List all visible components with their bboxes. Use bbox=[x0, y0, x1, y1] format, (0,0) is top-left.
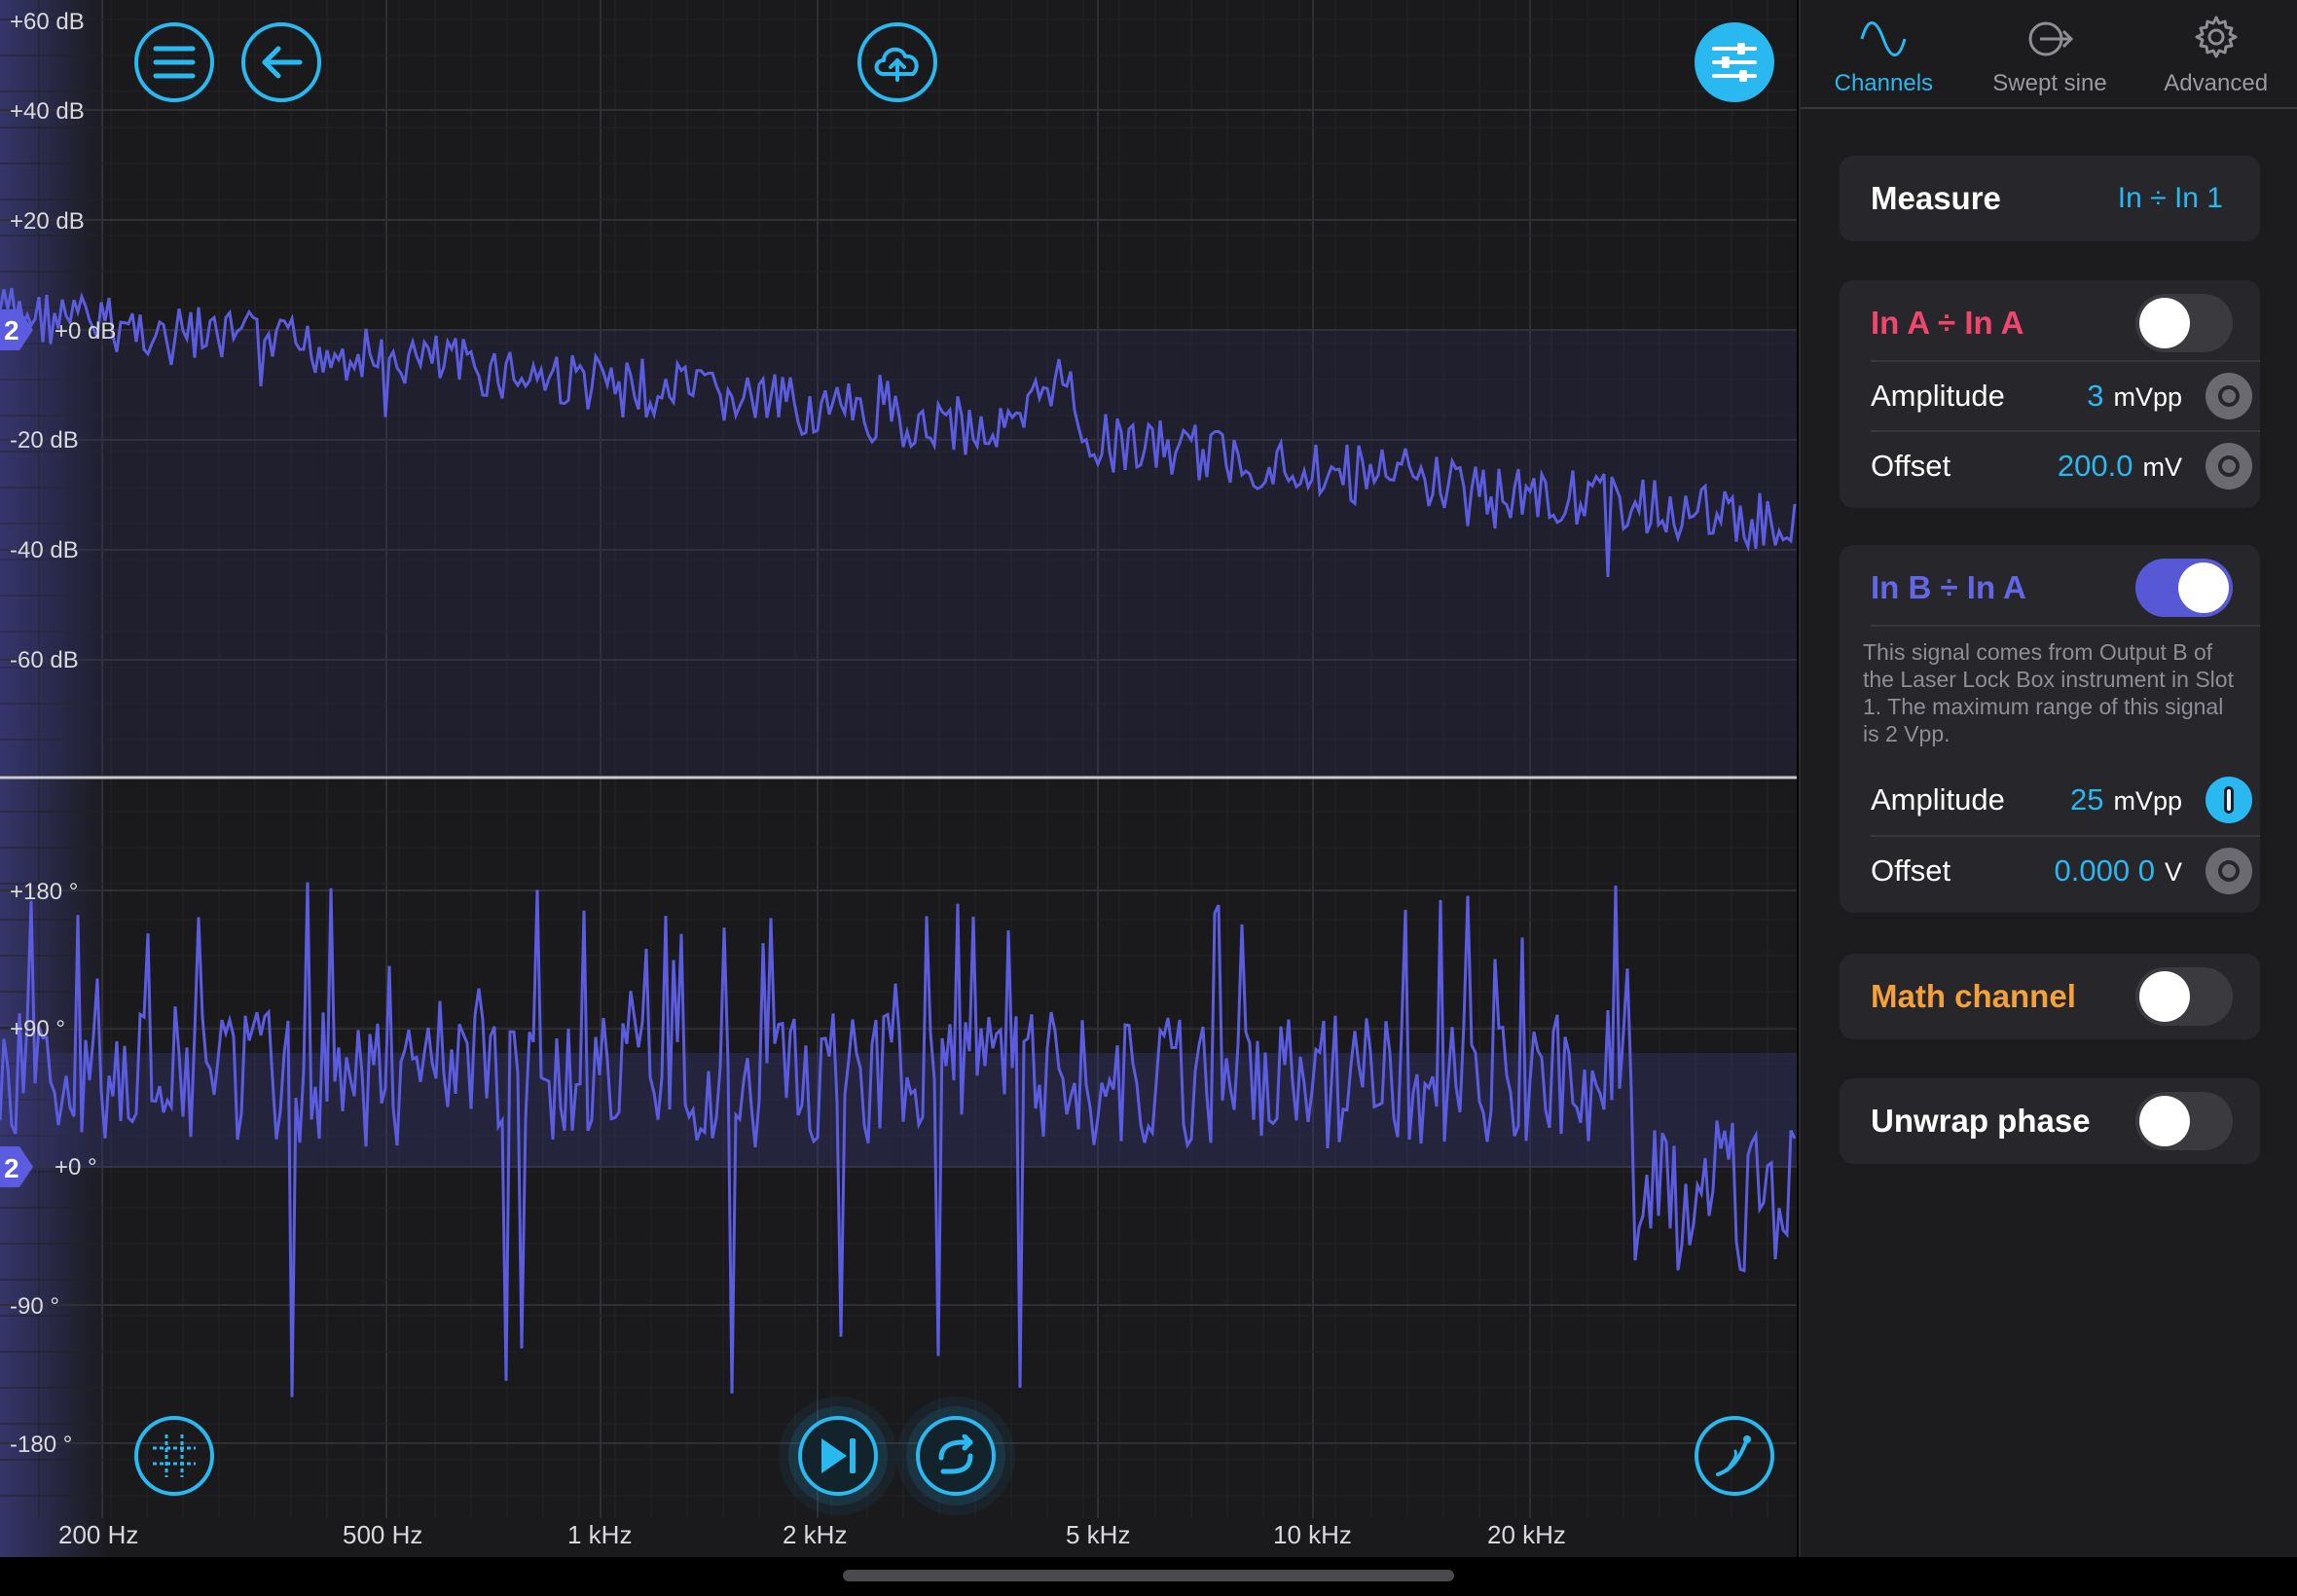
gear-icon bbox=[2195, 16, 2238, 58]
freq-label-20khz: 20 kHz bbox=[1487, 1520, 1566, 1549]
settings-button[interactable] bbox=[1695, 22, 1774, 102]
upload-button[interactable] bbox=[857, 22, 937, 102]
channel-b-offset-value[interactable]: 0.000 0V bbox=[2055, 853, 2182, 889]
channel-b-offset-label: Offset bbox=[1871, 853, 1951, 888]
measure-label: Measure bbox=[1871, 180, 2001, 216]
home-indicator[interactable] bbox=[843, 1570, 1454, 1581]
channel-b-description: This signal comes from Output B of the L… bbox=[1863, 639, 2234, 746]
freq-label-10khz: 10 kHz bbox=[1273, 1520, 1352, 1549]
channel-b-amplitude-knob[interactable] bbox=[2206, 777, 2252, 823]
svg-text:2: 2 bbox=[4, 315, 19, 345]
mag-label-60: +60 dB bbox=[10, 9, 85, 35]
freq-label-5khz: 5 kHz bbox=[1066, 1520, 1130, 1549]
freq-label-2khz: 2 kHz bbox=[783, 1520, 847, 1549]
channel-a-title: In A ÷ In A bbox=[1871, 305, 2024, 341]
channel-a-card: In A ÷ In A Amplitude 3 mVpp Offset 200.0… bbox=[1840, 280, 2260, 508]
measure-card[interactable]: Measure In ÷ In 1 bbox=[1840, 156, 2260, 241]
channel-b-amplitude-label: Amplitude bbox=[1871, 782, 2005, 816]
phase-label-180: +180 ° bbox=[10, 879, 78, 905]
unwrap-phase-toggle[interactable] bbox=[2135, 1092, 2233, 1150]
channel-a-offset-knob[interactable] bbox=[2206, 443, 2252, 490]
repeat-icon bbox=[938, 1434, 973, 1474]
swept-sine-icon bbox=[2028, 21, 2074, 56]
play-button[interactable] bbox=[798, 1416, 878, 1496]
tab-bar: Channels Swept sine Advanced bbox=[1801, 0, 2297, 109]
math-channel-label: Math channel bbox=[1871, 978, 2076, 1014]
math-channel-card: Math channel bbox=[1840, 954, 2260, 1039]
unwrap-phase-label: Unwrap phase bbox=[1871, 1103, 2091, 1139]
mag-label-40: +40 dB bbox=[10, 98, 85, 125]
channel-b-amplitude-value[interactable]: 25 mVpp bbox=[2070, 782, 2182, 817]
phase-label-m90: -90 ° bbox=[10, 1293, 59, 1320]
grid-button[interactable] bbox=[134, 1416, 214, 1496]
channel-a-toggle[interactable] bbox=[2135, 294, 2233, 352]
channels-panel: Channels Swept sine Advanced Measure In … bbox=[1799, 0, 2297, 1557]
arrow-left-icon bbox=[262, 46, 303, 79]
tab-channels-label: Channels bbox=[1834, 70, 1934, 96]
mag-label-m20: -20 dB bbox=[10, 427, 79, 453]
bode-plot[interactable]: +60 dB +40 dB +20 dB +0 dB -20 dB -40 dB… bbox=[0, 0, 1797, 1557]
channel-a-offset-value[interactable]: 200.0 mV bbox=[2058, 449, 2182, 484]
tab-advanced-label: Advanced bbox=[2164, 70, 2269, 96]
plot-area[interactable]: +60 dB +40 dB +20 dB +0 dB -20 dB -40 dB… bbox=[0, 0, 1797, 1557]
phase-label-0: +0 ° bbox=[55, 1154, 97, 1180]
back-button[interactable] bbox=[241, 22, 321, 102]
mag-label-20: +20 dB bbox=[10, 208, 85, 235]
mag-label-m40: -40 dB bbox=[10, 537, 79, 563]
mag-label-0: +0 dB bbox=[55, 318, 116, 345]
channel-b-offset-knob[interactable] bbox=[2206, 848, 2252, 894]
cloud-upload-icon bbox=[874, 47, 919, 82]
freq-label-500hz: 500 Hz bbox=[343, 1520, 422, 1549]
tab-channels[interactable]: Channels bbox=[1801, 0, 1967, 107]
channel-b-title: In B ÷ In A bbox=[1871, 569, 2026, 605]
svg-text:2: 2 bbox=[4, 1153, 19, 1183]
crosshair-grid-icon bbox=[153, 1434, 196, 1477]
tab-swept-sine-label: Swept sine bbox=[1992, 70, 2107, 96]
probe-icon bbox=[1716, 1435, 1751, 1476]
tab-advanced[interactable]: Advanced bbox=[2133, 0, 2297, 107]
magnitude-fill bbox=[0, 330, 1797, 778]
channel-a-offset-label: Offset bbox=[1871, 449, 1951, 483]
play-next-icon bbox=[821, 1438, 856, 1473]
hamburger-icon bbox=[153, 46, 196, 79]
channel-b-toggle[interactable] bbox=[2135, 559, 2233, 617]
freq-label-1khz: 1 kHz bbox=[567, 1520, 632, 1549]
sine-wave-icon bbox=[1860, 21, 1907, 56]
math-channel-toggle[interactable] bbox=[2135, 967, 2233, 1026]
channel-b-card: In B ÷ In A This signal comes from Outpu… bbox=[1840, 545, 2260, 913]
mag-label-m60: -60 dB bbox=[10, 647, 79, 673]
freq-label-200hz: 200 Hz bbox=[58, 1520, 138, 1549]
measure-value[interactable]: In ÷ In 1 bbox=[2118, 182, 2223, 215]
phase-label-90: +90 ° bbox=[10, 1016, 65, 1042]
channel-a-amplitude-knob[interactable] bbox=[2206, 373, 2252, 419]
probe-button[interactable] bbox=[1695, 1416, 1774, 1496]
unwrap-phase-card: Unwrap phase bbox=[1840, 1078, 2260, 1164]
phase-label-m180: -180 ° bbox=[10, 1432, 72, 1458]
channel-a-amplitude-label: Amplitude bbox=[1871, 379, 2005, 413]
menu-button[interactable] bbox=[134, 22, 214, 102]
channel-a-amplitude-value[interactable]: 3 mVpp bbox=[2087, 379, 2182, 414]
repeat-button[interactable] bbox=[916, 1416, 996, 1496]
sliders-icon bbox=[1712, 43, 1757, 82]
tab-swept-sine[interactable]: Swept sine bbox=[1967, 0, 2133, 107]
